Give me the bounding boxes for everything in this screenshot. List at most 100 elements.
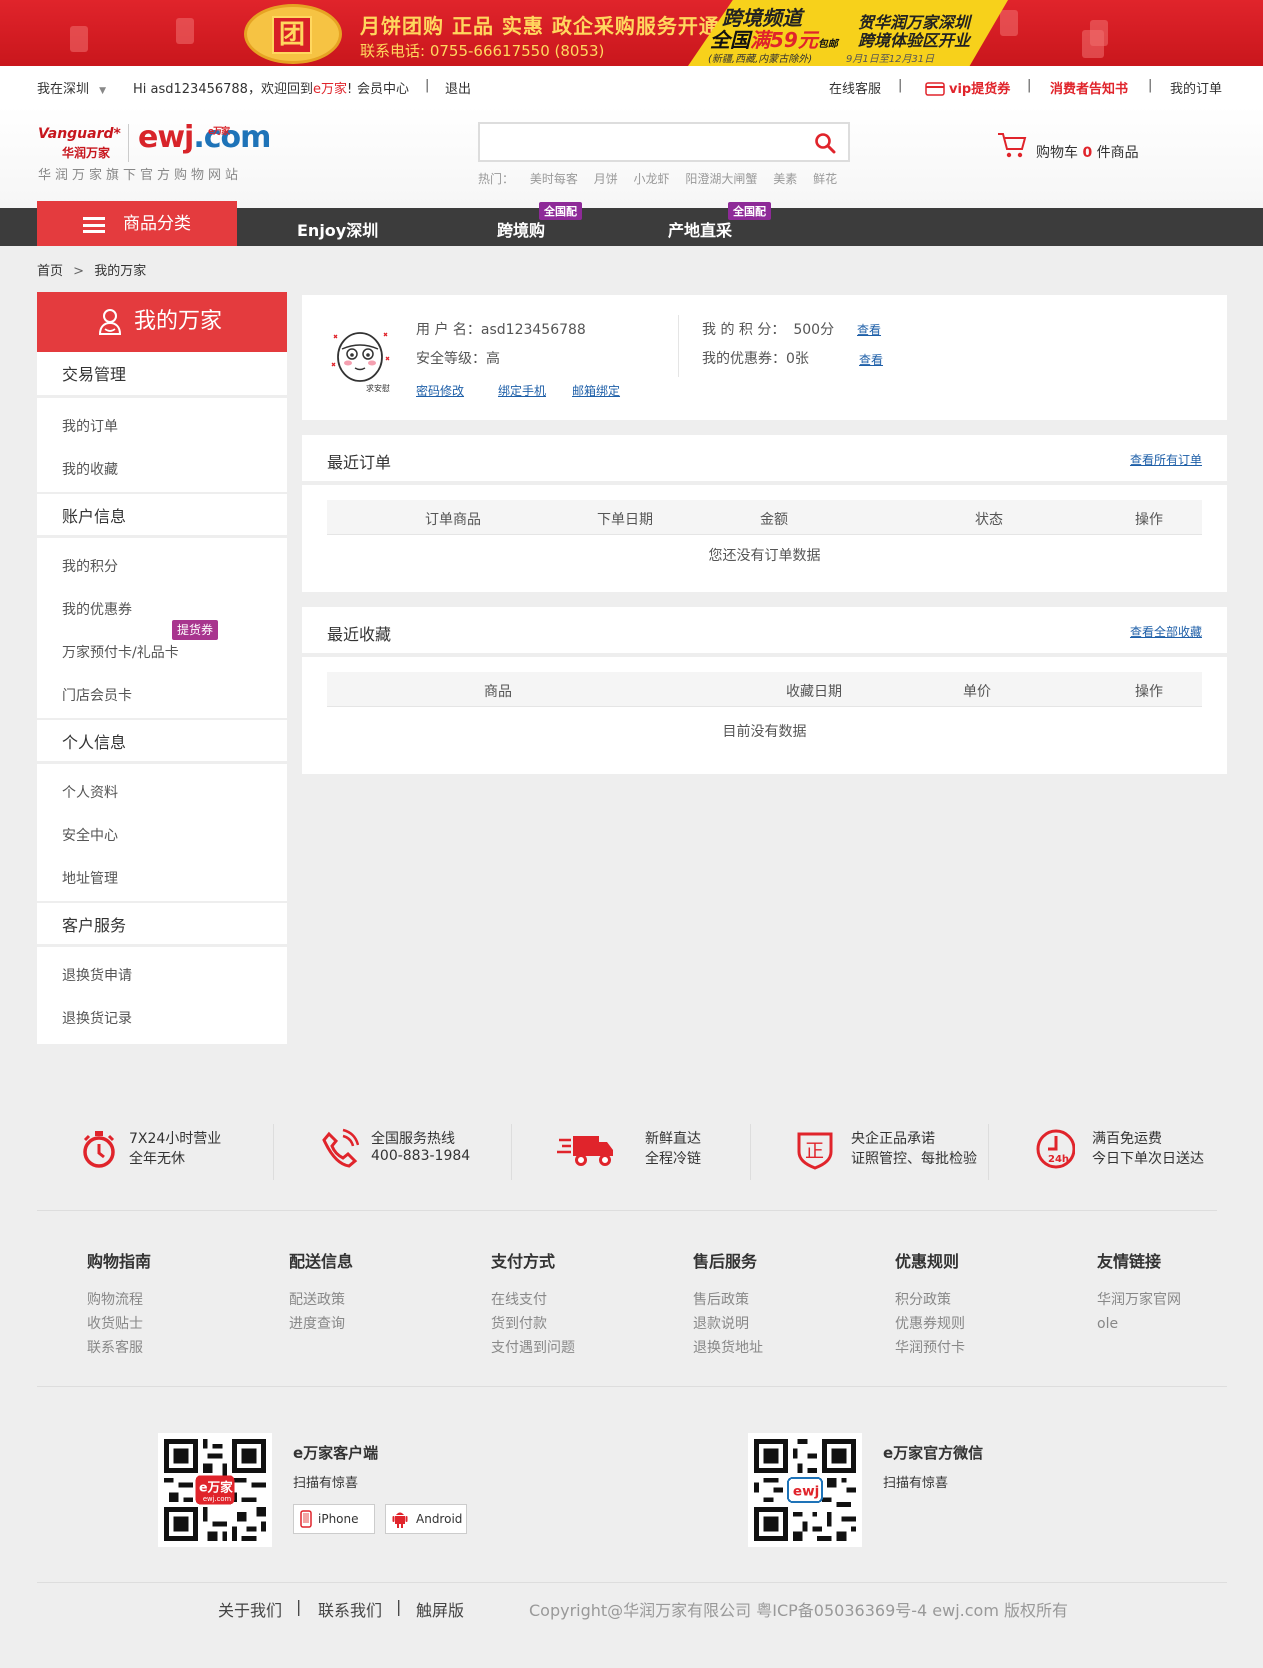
app-qr-code: e万家 ewj.com (158, 1433, 272, 1547)
footer-link[interactable]: 在线支付 (491, 1288, 575, 1312)
footer-link[interactable]: 联系客服 (87, 1336, 151, 1360)
location-selector[interactable]: 我在深圳 ▼ (37, 78, 106, 97)
about-us-link[interactable]: 关于我们 (218, 1597, 282, 1621)
hot-keyword[interactable]: 美时每客 (530, 172, 578, 186)
recent-favorites-panel: 最近收藏 查看全部收藏 商品 收藏日期 单价 操作 目前没有数据 (302, 607, 1227, 774)
touch-version-link[interactable]: 触屏版 (416, 1597, 464, 1621)
banner-phone: 联系电话: 0755-66617550 (8053) (360, 42, 605, 60)
view-coupons-link[interactable]: 查看 (859, 351, 883, 368)
banner-dates: 9月1日至12月31日 (846, 54, 935, 65)
banner-free-ship: 全国满59元包邮 (710, 24, 838, 53)
search-icon[interactable] (814, 132, 836, 154)
footer-link[interactable]: 进度查询 (289, 1312, 353, 1336)
free-ship-pre: 全国 (710, 28, 750, 52)
view-all-favorites-link[interactable]: 查看全部收藏 (1130, 623, 1202, 640)
sidebar-item-return-records[interactable]: 退换货记录 (37, 998, 287, 1041)
divider (988, 1124, 989, 1180)
footer-link[interactable]: 积分政策 (895, 1288, 965, 1312)
service-genuine: 正 央企正品承诺 证照管控、每批检验 (795, 1118, 985, 1178)
nav-item-enjoy[interactable]: Enjoy深圳 (297, 217, 378, 241)
sidebar-item-profile[interactable]: 个人资料 (37, 772, 287, 815)
service-line2: 今日下单次日送达 (1092, 1151, 1204, 1167)
logout-link[interactable]: 退出 (445, 78, 471, 97)
app-subtitle: 扫描有惊喜 (293, 1476, 359, 1491)
hot-keyword[interactable]: 美素 (773, 172, 797, 186)
qr-logo-subtext: ewj.com (203, 1495, 232, 1503)
favorites-table-header: 商品 收藏日期 单价 操作 (327, 672, 1202, 707)
sidebar-item-prepaid-card[interactable]: 万家预付卡/礼品卡 提货券 (37, 620, 287, 675)
qr-logo-text: e万家 (199, 1479, 233, 1494)
sidebar-item-points[interactable]: 我的积分 (37, 546, 287, 589)
footer-link[interactable]: 退换货地址 (693, 1336, 763, 1360)
hot-keyword[interactable]: 小龙虾 (634, 172, 670, 186)
consumer-notice-link[interactable]: 消费者告知书 (1050, 78, 1128, 97)
cart-summary[interactable]: 购物车 0 件商品 (1036, 142, 1139, 162)
search-input[interactable] (480, 124, 800, 160)
vip-coupon-link[interactable]: vip提货券 (925, 78, 1010, 97)
footer-link[interactable]: 售后政策 (693, 1288, 763, 1312)
logo-cn: 华润万家 (62, 146, 111, 160)
greeting-site-link[interactable]: e万家 (313, 82, 347, 97)
category-menu-button[interactable]: 商品分类 (37, 201, 237, 246)
logo-slogan: 华润万家旗下官方购物网站 (38, 168, 243, 183)
member-center-link[interactable]: 会员中心 (357, 78, 409, 97)
android-download-button[interactable]: Android (385, 1504, 467, 1534)
col-header: 订单商品 (425, 512, 481, 528)
shield-icon: 正 (797, 1132, 833, 1170)
congrats-line1: 贺华润万家深圳 (858, 13, 971, 32)
hot-keyword[interactable]: 阳澄湖大闸蟹 (685, 172, 757, 186)
footer-link[interactable]: ole (1097, 1312, 1181, 1336)
footer-link[interactable]: 华润万家官网 (1097, 1288, 1181, 1312)
view-all-orders-link[interactable]: 查看所有订单 (1130, 451, 1202, 468)
separator: | (296, 1597, 302, 1616)
sidebar-item-coupons[interactable]: 我的优惠券 (37, 589, 287, 632)
separator: | (1148, 78, 1153, 93)
breadcrumb-home[interactable]: 首页 (37, 264, 63, 279)
footer-link[interactable]: 退款说明 (693, 1312, 763, 1336)
hot-keyword[interactable]: 鲜花 (813, 172, 837, 186)
lantern-icon (1082, 30, 1104, 58)
footer-link[interactable]: 优惠券规则 (895, 1312, 965, 1336)
footer-col-title: 优惠规则 (895, 1252, 960, 1271)
sidebar-item-security[interactable]: 安全中心 (37, 815, 287, 858)
promo-banner[interactable]: 团 月饼团购 正品 实惠 政企采购服务开通 联系电话: 0755-6661755… (0, 0, 1263, 66)
bind-email-link[interactable]: 邮箱绑定 (572, 382, 620, 399)
sidebar-item-address[interactable]: 地址管理 (37, 858, 287, 901)
sidebar-item-my-orders[interactable]: 我的订单 (37, 406, 287, 449)
footer-link[interactable]: 华润预付卡 (895, 1336, 965, 1360)
category-label: 商品分类 (123, 214, 191, 234)
logo-small: e万家 (208, 127, 230, 137)
footer-link[interactable]: 购物流程 (87, 1288, 151, 1312)
footer-link[interactable]: 货到付款 (491, 1312, 575, 1336)
breadcrumb-sep: > (73, 264, 85, 279)
sidebar-item-return-apply[interactable]: 退换货申请 (37, 955, 287, 998)
change-password-link[interactable]: 密码修改 (416, 382, 464, 399)
footer-link[interactable]: 收货贴士 (87, 1312, 151, 1336)
contact-us-link[interactable]: 联系我们 (318, 1597, 382, 1621)
footer-link[interactable]: 支付遇到问题 (491, 1336, 575, 1360)
hot-keyword[interactable]: 月饼 (594, 172, 618, 186)
online-service-link[interactable]: 在线客服 (829, 78, 881, 97)
separator: | (1027, 78, 1032, 93)
separator: | (425, 78, 430, 93)
footer-col-promo-rules: 优惠规则 积分政策 优惠券规则 华润预付卡 (895, 1248, 965, 1360)
avatar[interactable]: 求安慰 (326, 323, 396, 395)
nav-item-crossborder[interactable]: 跨境购 全国配 (497, 202, 582, 241)
app-title: e万家客户端 (293, 1444, 379, 1462)
sidebar-item-member-card[interactable]: 门店会员卡 (37, 675, 287, 718)
my-orders-link[interactable]: 我的订单 (1170, 78, 1222, 97)
cart-icon[interactable] (996, 130, 1028, 160)
nav-item-origin[interactable]: 产地直采 全国配 (668, 202, 771, 241)
nationwide-badge: 全国配 (539, 202, 582, 220)
main-nav: 商品分类 Enjoy深圳 跨境购 全国配 产地直采 全国配 (0, 201, 1263, 246)
favorites-empty-message: 目前没有数据 (722, 724, 807, 740)
footer-link[interactable]: 配送政策 (289, 1288, 353, 1312)
footer-col-after-sales: 售后服务 售后政策 退款说明 退换货地址 (693, 1248, 763, 1360)
sidebar-item-my-favorites[interactable]: 我的收藏 (37, 449, 287, 492)
service-fresh: 新鲜直达 全程冷链 (557, 1118, 737, 1178)
view-points-link[interactable]: 查看 (857, 321, 881, 338)
iphone-download-button[interactable]: iPhone (293, 1504, 375, 1534)
breadcrumb: 首页 > 我的万家 (37, 260, 152, 279)
bind-phone-link[interactable]: 绑定手机 (498, 382, 546, 399)
sidebar-title-label: 我的万家 (134, 309, 223, 334)
